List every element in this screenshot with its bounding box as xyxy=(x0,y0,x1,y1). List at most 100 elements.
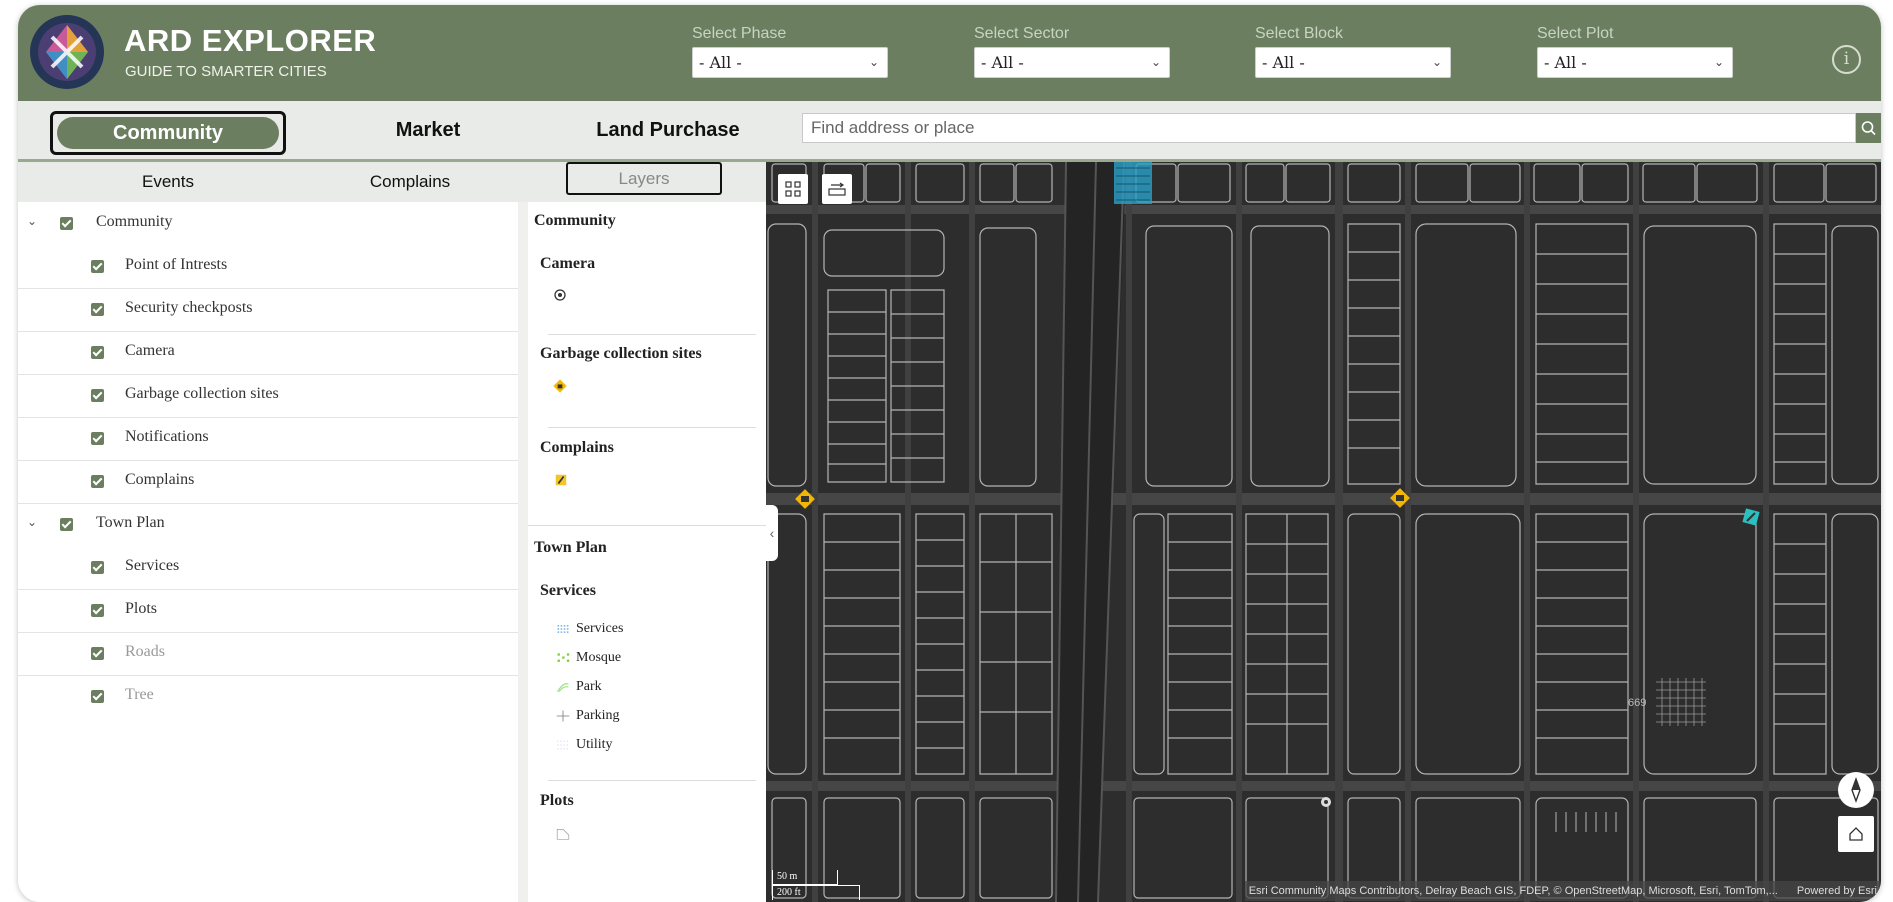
scale-feet: 200 ft xyxy=(772,885,860,900)
layer-checkbox[interactable] xyxy=(91,303,104,316)
legend-camera-heading: Camera xyxy=(540,255,596,272)
layer-checkbox[interactable] xyxy=(91,346,104,359)
layer-item[interactable]: Tree xyxy=(18,675,518,718)
layer-checkbox[interactable] xyxy=(91,647,104,660)
layer-checkbox[interactable] xyxy=(91,389,104,402)
app-window: ARD EXPLORER GUIDE TO SMARTER CITIES Sel… xyxy=(18,5,1881,902)
phase-select[interactable]: - All - ⌄ xyxy=(692,47,888,78)
legend-community-heading: Community xyxy=(534,212,616,229)
plot-filter-label: Select Plot xyxy=(1537,25,1614,42)
search-input[interactable]: Find address or place xyxy=(802,113,1856,143)
chevron-down-icon[interactable]: ⌄ xyxy=(27,214,37,229)
subtab-complains[interactable]: Complains xyxy=(330,162,490,202)
layer-item[interactable]: Notifications xyxy=(18,417,518,461)
scale-bar: 50 m 200 ft xyxy=(772,870,860,902)
layer-item[interactable]: Point of Intrests xyxy=(18,245,518,289)
mosque-icon xyxy=(557,653,570,662)
layer-item[interactable]: Camera xyxy=(18,331,518,375)
plot-number-label: 669 xyxy=(1628,697,1647,709)
plot-filter: Select Plot - All - ⌄ xyxy=(1537,25,1733,78)
layer-checkbox[interactable] xyxy=(60,518,73,531)
parking-icon xyxy=(556,710,570,722)
layer-item[interactable]: Plots xyxy=(18,589,518,633)
legend-mosque-label: Mosque xyxy=(576,650,622,665)
legend-divider xyxy=(548,334,756,335)
block-filter: Select Block - All - ⌄ xyxy=(1255,25,1451,78)
legend-divider xyxy=(548,780,756,781)
sector-filter-label: Select Sector xyxy=(974,25,1070,42)
layer-checkbox[interactable] xyxy=(91,260,104,273)
powered-by[interactable]: Powered by Esri xyxy=(1797,885,1877,897)
legend-services-label: Services xyxy=(576,621,624,636)
layer-checkbox[interactable] xyxy=(91,432,104,445)
home-button[interactable] xyxy=(1838,816,1874,852)
legend-parking-label: Parking xyxy=(576,708,620,723)
map-view[interactable]: 669 50 m 200 ft Esri Community Maps Cont… xyxy=(766,162,1881,902)
app-subtitle: GUIDE TO SMARTER CITIES xyxy=(125,63,327,80)
layer-tree: ⌄ Community Point of Intrests Security c… xyxy=(18,202,519,902)
plot-select[interactable]: - All - ⌄ xyxy=(1537,47,1733,78)
chevron-left-icon: ‹ xyxy=(769,525,775,541)
phase-filter-label: Select Phase xyxy=(692,25,787,42)
layer-item[interactable]: Services xyxy=(18,546,518,590)
tab-community[interactable]: Community xyxy=(50,111,286,155)
sector-filter: Select Sector - All - ⌄ xyxy=(974,25,1170,78)
layer-checkbox[interactable] xyxy=(91,604,104,617)
panel-divider xyxy=(518,202,528,902)
subtab-layers[interactable]: Layers xyxy=(566,162,722,195)
legend-garbage-heading: Garbage collection sites xyxy=(540,345,702,362)
chevron-down-icon: ⌄ xyxy=(1431,55,1442,69)
measure-icon xyxy=(828,182,846,196)
app-logo xyxy=(30,15,104,89)
layer-checkbox[interactable] xyxy=(91,561,104,574)
services-icon xyxy=(557,625,569,633)
layer-checkbox[interactable] xyxy=(91,475,104,488)
phase-filter: Select Phase - All - ⌄ xyxy=(692,25,888,78)
layer-item[interactable]: Security checkposts xyxy=(18,288,518,332)
layer-item[interactable]: Garbage collection sites xyxy=(18,374,518,418)
chevron-down-icon: ⌄ xyxy=(1150,55,1161,69)
plot-icon xyxy=(556,829,570,840)
search-icon xyxy=(1861,121,1876,136)
compass-icon xyxy=(1851,776,1861,804)
collapse-panel-button[interactable]: ‹ xyxy=(766,505,778,561)
tab-land-purchase[interactable]: Land Purchase xyxy=(558,101,778,159)
utility-icon xyxy=(557,740,569,750)
legend-plots-heading: Plots xyxy=(540,792,574,809)
main-nav: Community Market Land Purchase Find addr… xyxy=(18,101,1881,162)
measure-button[interactable] xyxy=(822,174,852,204)
layer-checkbox[interactable] xyxy=(91,690,104,703)
layer-item[interactable]: Roads xyxy=(18,632,518,676)
legend-townplan-heading: Town Plan xyxy=(534,539,607,556)
layer-group-community[interactable]: ⌄ Community xyxy=(18,202,518,245)
compass-button[interactable] xyxy=(1838,772,1874,808)
attribution-text[interactable]: Esri Community Maps Contributors, Delray… xyxy=(1249,885,1778,897)
park-icon xyxy=(557,683,569,693)
layer-item[interactable]: Complains xyxy=(18,460,518,504)
chevron-down-icon: ⌄ xyxy=(868,55,879,69)
layer-checkbox[interactable] xyxy=(60,217,73,230)
header-bar: ARD EXPLORER GUIDE TO SMARTER CITIES Sel… xyxy=(18,5,1881,101)
scale-meters: 50 m xyxy=(772,870,838,885)
qr-button[interactable] xyxy=(778,174,808,204)
info-icon[interactable]: i xyxy=(1832,45,1861,74)
chevron-down-icon: ⌄ xyxy=(1713,55,1724,69)
complain-icon xyxy=(555,474,567,486)
sector-select[interactable]: - All - ⌄ xyxy=(974,47,1170,78)
chevron-down-icon[interactable]: ⌄ xyxy=(27,515,37,530)
legend-divider xyxy=(528,525,766,526)
tab-market[interactable]: Market xyxy=(328,101,528,159)
subtab-events[interactable]: Events xyxy=(98,162,238,202)
search-button[interactable] xyxy=(1856,113,1881,143)
legend-divider xyxy=(548,427,756,428)
block-select[interactable]: - All - ⌄ xyxy=(1255,47,1451,78)
home-icon xyxy=(1849,827,1863,841)
legend-services-heading: Services xyxy=(540,582,596,599)
legend-panel: Community Camera Garbage collection site… xyxy=(528,202,766,902)
garbage-icon xyxy=(553,379,567,393)
layer-group-town-plan[interactable]: ⌄ Town Plan xyxy=(18,503,518,546)
block-filter-label: Select Block xyxy=(1255,25,1344,42)
legend-park-label: Park xyxy=(576,679,602,694)
camera-icon xyxy=(554,289,566,301)
map-attribution: Esri Community Maps Contributors, Delray… xyxy=(1244,881,1881,901)
